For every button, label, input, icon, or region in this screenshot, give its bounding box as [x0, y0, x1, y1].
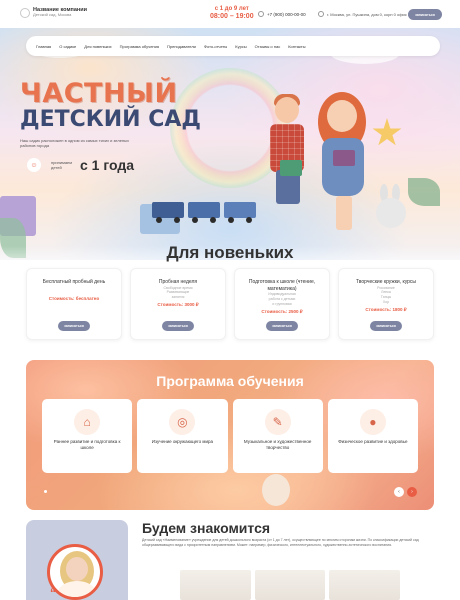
- hero-title-line2: ДЕТСКИЙ САД: [20, 107, 202, 132]
- book-illustration: [333, 150, 355, 166]
- offer-card: Подготовка к школе (чтение, математика) …: [234, 268, 330, 340]
- nav-item-photos[interactable]: Фото-отчеты: [204, 44, 227, 49]
- prev-arrow-button[interactable]: ‹: [394, 487, 404, 497]
- program-card[interactable]: ✎ Музыкальное и художественное творчеств…: [232, 399, 323, 473]
- address: г. Москва, ул. Пушкина, дом 0, корп 0 оф…: [318, 11, 410, 17]
- offer-card: Творческие кружки, курсы Рисование Лепка…: [338, 268, 434, 340]
- nav-item-courses[interactable]: Курсы: [235, 44, 246, 49]
- offer-price: Стоимость: 2500 ₽: [261, 308, 303, 314]
- photo-strip: [180, 570, 401, 600]
- wheel: [228, 217, 234, 223]
- offer-card: Пробная неделя Свободное время Развивающ…: [130, 268, 226, 340]
- offer-signup-button[interactable]: записаться: [370, 321, 402, 331]
- hero-description: Наш садик расположен в одном из самых ти…: [20, 138, 130, 149]
- globe-icon: ◎: [169, 409, 196, 435]
- address-text: г. Москва, ул. Пушкина, дом 0, корп 0 оф…: [327, 11, 411, 17]
- program-card[interactable]: ⌂ Раннее развитие и подготовка к школе: [42, 399, 133, 473]
- company-block: Название компании Детский сад, Москва: [33, 7, 87, 18]
- ages-range: с 1 до 9 лет: [214, 6, 249, 12]
- house-icon: ⌂: [74, 409, 101, 435]
- photo[interactable]: [180, 570, 251, 600]
- offer-signup-button[interactable]: записаться: [266, 321, 298, 331]
- wheel: [210, 217, 216, 223]
- slider-dot[interactable]: [44, 490, 47, 493]
- train-car: [152, 202, 184, 218]
- program-card-title: Изучение окружающего мира: [151, 439, 214, 444]
- lama-illustration: [262, 474, 290, 506]
- girl-illustration: [336, 196, 352, 230]
- main-nav: Главная О садике Для новеньких Программа…: [26, 36, 440, 56]
- photo[interactable]: [254, 570, 326, 600]
- logo-icon[interactable]: [20, 8, 30, 18]
- offer-line: и групповая: [272, 301, 292, 306]
- program-title: Программа обучения: [156, 373, 304, 389]
- wheel: [246, 217, 252, 223]
- next-arrow-button[interactable]: ›: [407, 487, 417, 497]
- offer-title: Подготовка к школе (чтение, математика): [248, 279, 316, 292]
- about-title: Будем знакомится: [142, 520, 271, 536]
- ball-icon: ●: [359, 409, 386, 435]
- company-subtitle: Детский сад, Москва: [33, 12, 72, 18]
- offer-card: Бесплатный пробный день Стоимость: беспл…: [26, 268, 122, 340]
- palette-icon: ✎: [264, 409, 291, 435]
- header-signup-button[interactable]: записаться: [408, 9, 442, 20]
- nav-item-contacts[interactable]: Контакты: [288, 44, 305, 49]
- offer-signup-button[interactable]: записаться: [58, 321, 90, 331]
- star-illustration: [372, 118, 402, 146]
- newcomers-title: Для новеньких: [166, 243, 294, 262]
- leaf-decoration: [408, 178, 440, 206]
- nav-item-home[interactable]: Главная: [36, 44, 51, 49]
- program-card-title: Музыкальное и художественное творчество: [243, 439, 312, 450]
- badge-label: принимаем детей: [51, 160, 72, 171]
- offer-title: Бесплатный пробный день: [42, 279, 106, 285]
- kids-badge: ☺: [27, 158, 41, 172]
- badge-label-line2: детей: [51, 164, 62, 170]
- hero-title-line1: ЧАСТНЫЙ: [20, 78, 178, 109]
- offer-signup-button[interactable]: записаться: [162, 321, 194, 331]
- nav-item-program[interactable]: Программа обучения: [120, 44, 159, 49]
- page: Название компании Детский сад, Москва с …: [0, 0, 460, 600]
- train-car: [188, 202, 220, 218]
- offer-line: Хор: [382, 300, 390, 305]
- program-card-title: Раннее развитие и подготовка к школе: [53, 439, 121, 450]
- phone-number: +7 (900) 000-00-00: [267, 11, 306, 17]
- wheel: [156, 217, 162, 223]
- phone-icon: [258, 11, 264, 17]
- top-bar: Название компании Детский сад, Москва с …: [0, 0, 460, 30]
- program-card[interactable]: ● Физическое развитие и здоровье: [327, 399, 418, 473]
- hours-range: 08:00 – 19:00: [210, 12, 254, 20]
- avatar-face: [66, 557, 88, 581]
- program-cards: ⌂ Раннее развитие и подготовка к школе ◎…: [42, 399, 418, 473]
- wheel: [174, 217, 180, 223]
- offer-price: Стоимость: бесплатно: [48, 295, 100, 301]
- work-hours: с 1 до 9 лет 08:00 – 19:00: [210, 6, 254, 20]
- bunny-illustration: [376, 198, 406, 228]
- offer-price: Стоимость: 3000 ₽: [157, 302, 199, 308]
- phone-link[interactable]: +7 (900) 000-00-00: [258, 11, 306, 17]
- age-from: с 1 года: [80, 157, 135, 173]
- photo[interactable]: [329, 570, 401, 600]
- nav-item-about[interactable]: О садике: [59, 44, 76, 49]
- nav-item-newcomers[interactable]: Для новеньких: [84, 44, 111, 49]
- train-illustration: [152, 198, 262, 223]
- slider-controls: ‹ ›: [394, 487, 417, 497]
- about-text: Детский сад «Наименование» учреждение дл…: [142, 538, 419, 547]
- quote-icon: “: [50, 586, 56, 600]
- train-car: [224, 202, 256, 218]
- offer-price: Стоимость: 1800 ₽: [365, 307, 407, 313]
- newcomers-cards: Бесплатный пробный день Стоимость: беспл…: [26, 268, 434, 340]
- boy-illustration: [275, 97, 299, 123]
- nav-item-teachers[interactable]: Преподаватели: [167, 44, 196, 49]
- girl-illustration: [322, 138, 364, 196]
- offer-line: занятия: [171, 295, 185, 300]
- nav-item-reviews[interactable]: Отзывы о нас: [255, 44, 281, 49]
- location-icon: [318, 11, 324, 17]
- wheel: [192, 217, 198, 223]
- program-card[interactable]: ◎ Изучение окружающего мира: [137, 399, 228, 473]
- child-icon: ☺: [30, 161, 38, 169]
- book-illustration: [280, 160, 302, 176]
- girl-illustration: [327, 100, 357, 132]
- program-card-title: Физическое развитие и здоровье: [338, 439, 408, 444]
